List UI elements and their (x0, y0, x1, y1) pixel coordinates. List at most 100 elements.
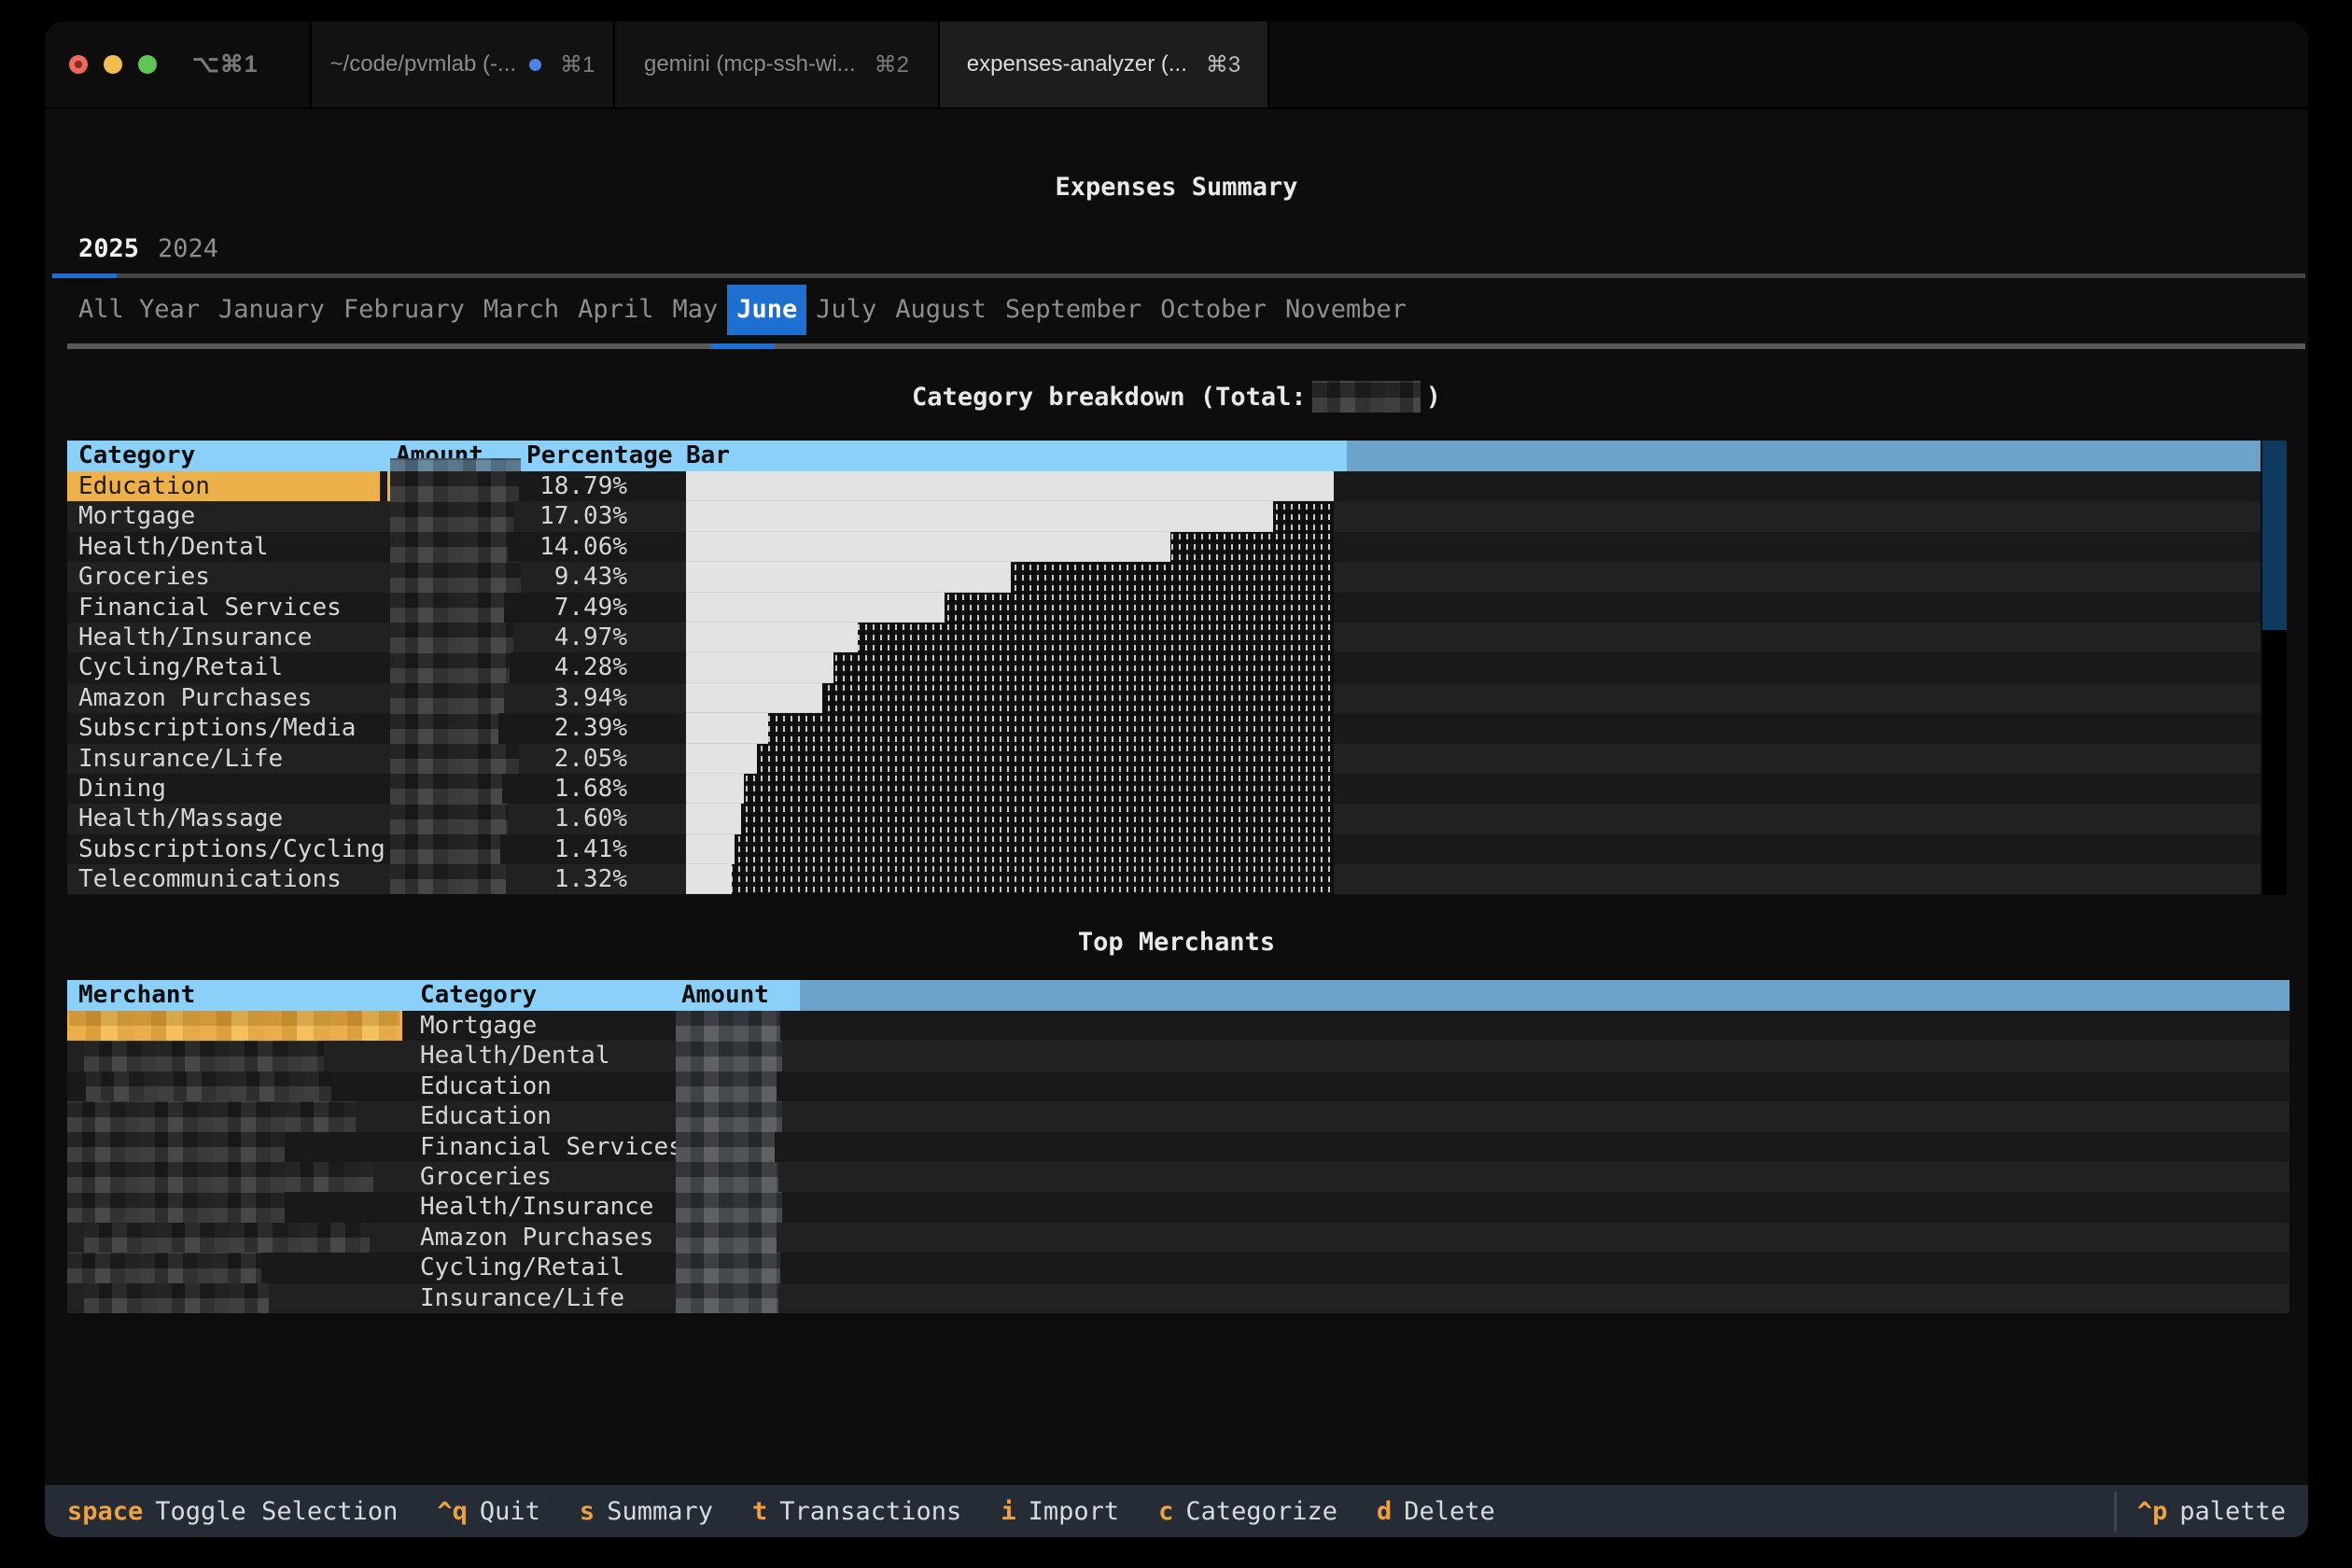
redacted-merchant (67, 1101, 356, 1131)
table-row[interactable]: Groceries (67, 1162, 2289, 1192)
month-tab-january[interactable]: January (209, 285, 334, 335)
percentage-cell: 1.41% (510, 834, 627, 864)
table-scrollbar[interactable] (2262, 441, 2287, 895)
bar-fill (686, 562, 1011, 592)
percentage-cell: 17.03% (510, 501, 627, 531)
table-row[interactable]: Subscriptions/Media2.39% (67, 713, 2261, 743)
column-header-category: Category (78, 441, 195, 471)
redacted-merchant (84, 1223, 370, 1253)
terminal-tab-expenses-analyzer[interactable]: expenses-analyzer (... ⌘3 (940, 21, 1269, 107)
column-header-amount: Amount (681, 980, 769, 1011)
month-tab-june[interactable]: June (727, 285, 806, 335)
shortcut-key: t (752, 1497, 767, 1526)
bar-cell (686, 864, 1334, 894)
category-cell: Groceries (420, 1162, 552, 1192)
redacted-amount (390, 593, 504, 623)
month-tab-may[interactable]: May (663, 285, 727, 335)
app-content: Expenses Summary 20252024 All YearJanuar… (45, 109, 2308, 1485)
month-tab-november[interactable]: November (1276, 285, 1416, 335)
status-shortcut-delete[interactable]: dDelete (1377, 1497, 1495, 1526)
table-row[interactable]: Education (67, 1101, 2289, 1131)
category-cell: Mortgage (78, 501, 195, 531)
status-shortcut-transactions[interactable]: tTransactions (752, 1497, 961, 1526)
bar-cell (686, 683, 1334, 713)
percentage-cell: 1.68% (510, 774, 627, 804)
table-row[interactable]: Dining1.68% (67, 774, 2261, 804)
table-row[interactable]: Health/Dental14.06% (67, 532, 2261, 562)
status-shortcut-toggle-selection[interactable]: spaceToggle Selection (67, 1497, 398, 1526)
month-selected-underline (710, 343, 775, 349)
status-shortcut-categorize[interactable]: cCategorize (1158, 1497, 1337, 1526)
category-cell: Financial Services (420, 1132, 683, 1162)
table-row[interactable]: Cycling/Retail4.28% (67, 652, 2261, 682)
percentage-cell: 2.39% (510, 713, 627, 743)
table-row[interactable]: Mortgage (67, 1011, 2289, 1041)
year-tab-2024[interactable]: 2024 (148, 229, 228, 270)
table-row[interactable]: Mortgage 17.03% (67, 501, 2261, 531)
month-tab-august[interactable]: August (886, 285, 996, 335)
zoom-button[interactable] (138, 55, 157, 74)
status-shortcut-import[interactable]: iImport (1001, 1497, 1119, 1526)
redacted-amount (390, 652, 510, 682)
month-tab-september[interactable]: September (996, 285, 1151, 335)
table-row[interactable]: Amazon Purchases (67, 1223, 2289, 1253)
month-tab-february[interactable]: February (334, 285, 474, 335)
table-row[interactable]: Health/Dental (67, 1041, 2289, 1071)
bar-fill (686, 804, 741, 833)
tab-label: gemini (mcp-ssh-wi... (644, 51, 856, 77)
redacted-amount (390, 623, 513, 652)
status-shortcut-summary[interactable]: sSummary (580, 1497, 713, 1526)
redacted-amount (390, 713, 498, 743)
redacted-amount (390, 864, 506, 894)
table-row[interactable]: Subscriptions/Cycling1.41% (67, 834, 2261, 864)
column-header-category: Category (420, 980, 537, 1011)
table-row[interactable]: Health/Insurance4.97% (67, 623, 2261, 652)
scrollbar-thumb[interactable] (2262, 441, 2287, 630)
redacted-total-amount (1312, 381, 1421, 413)
percentage-cell: 7.49% (510, 593, 627, 623)
table-row[interactable]: Health/Massage1.60% (67, 804, 2261, 833)
redacted-amount (676, 1192, 782, 1222)
shortcut-key: space (67, 1497, 143, 1526)
shortcut-key: s (580, 1497, 595, 1526)
table-row[interactable]: Insurance/Life2.05% (67, 744, 2261, 774)
shortcut-key: d (1377, 1497, 1392, 1526)
palette-shortcut[interactable]: ^p palette (2114, 1491, 2308, 1532)
table-row[interactable]: Financial Services (67, 1132, 2289, 1162)
month-tab-all-year[interactable]: All Year (69, 285, 209, 335)
redacted-amount (390, 774, 502, 804)
table-row[interactable]: Education (67, 1071, 2289, 1101)
redacted-amount (390, 834, 500, 864)
month-tab-july[interactable]: July (806, 285, 886, 335)
table-row[interactable]: Telecommunications1.32% (67, 864, 2261, 894)
redacted-merchant (67, 1132, 285, 1162)
bar-fill (686, 471, 1334, 501)
percentage-cell: 14.06% (510, 532, 627, 562)
bar-cell (686, 713, 1334, 743)
terminal-tab-bar: ⌥⌘1 ~/code/pvmlab (-... ⌘1 gemini (mcp-s… (45, 21, 2308, 109)
close-button[interactable] (69, 55, 88, 74)
redacted-amount (390, 532, 508, 562)
month-tab-april[interactable]: April (568, 285, 663, 335)
minimize-button[interactable] (104, 55, 122, 74)
percentage-cell: 3.94% (510, 683, 627, 713)
year-tab-2025[interactable]: 2025 (69, 229, 148, 270)
table-row[interactable]: Health/Insurance (67, 1192, 2289, 1222)
status-shortcut-quit[interactable]: ^qQuit (437, 1497, 540, 1526)
table-row[interactable]: Groceries9.43% (67, 562, 2261, 592)
table-row[interactable]: Education18.79% (67, 471, 2261, 501)
top-merchants-heading: Top Merchants (45, 923, 2308, 960)
terminal-tab-gemini[interactable]: gemini (mcp-ssh-wi... ⌘2 (615, 21, 940, 107)
traffic-lights (69, 55, 157, 74)
redacted-merchant (67, 1253, 261, 1282)
table-row[interactable]: Cycling/Retail (67, 1253, 2289, 1282)
category-cell: Financial Services (78, 593, 342, 623)
month-tab-march[interactable]: March (474, 285, 568, 335)
table-row[interactable]: Amazon Purchases3.94% (67, 683, 2261, 713)
tab-label: expenses-analyzer (... (967, 51, 1187, 77)
terminal-tab-pvmlab[interactable]: ~/code/pvmlab (-... ⌘1 (312, 21, 615, 107)
table-row[interactable]: Insurance/Life (67, 1283, 2289, 1313)
table-row[interactable]: Financial Services 7.49% (67, 593, 2261, 623)
percentage-cell: 4.28% (510, 652, 627, 682)
month-tab-october[interactable]: October (1151, 285, 1276, 335)
